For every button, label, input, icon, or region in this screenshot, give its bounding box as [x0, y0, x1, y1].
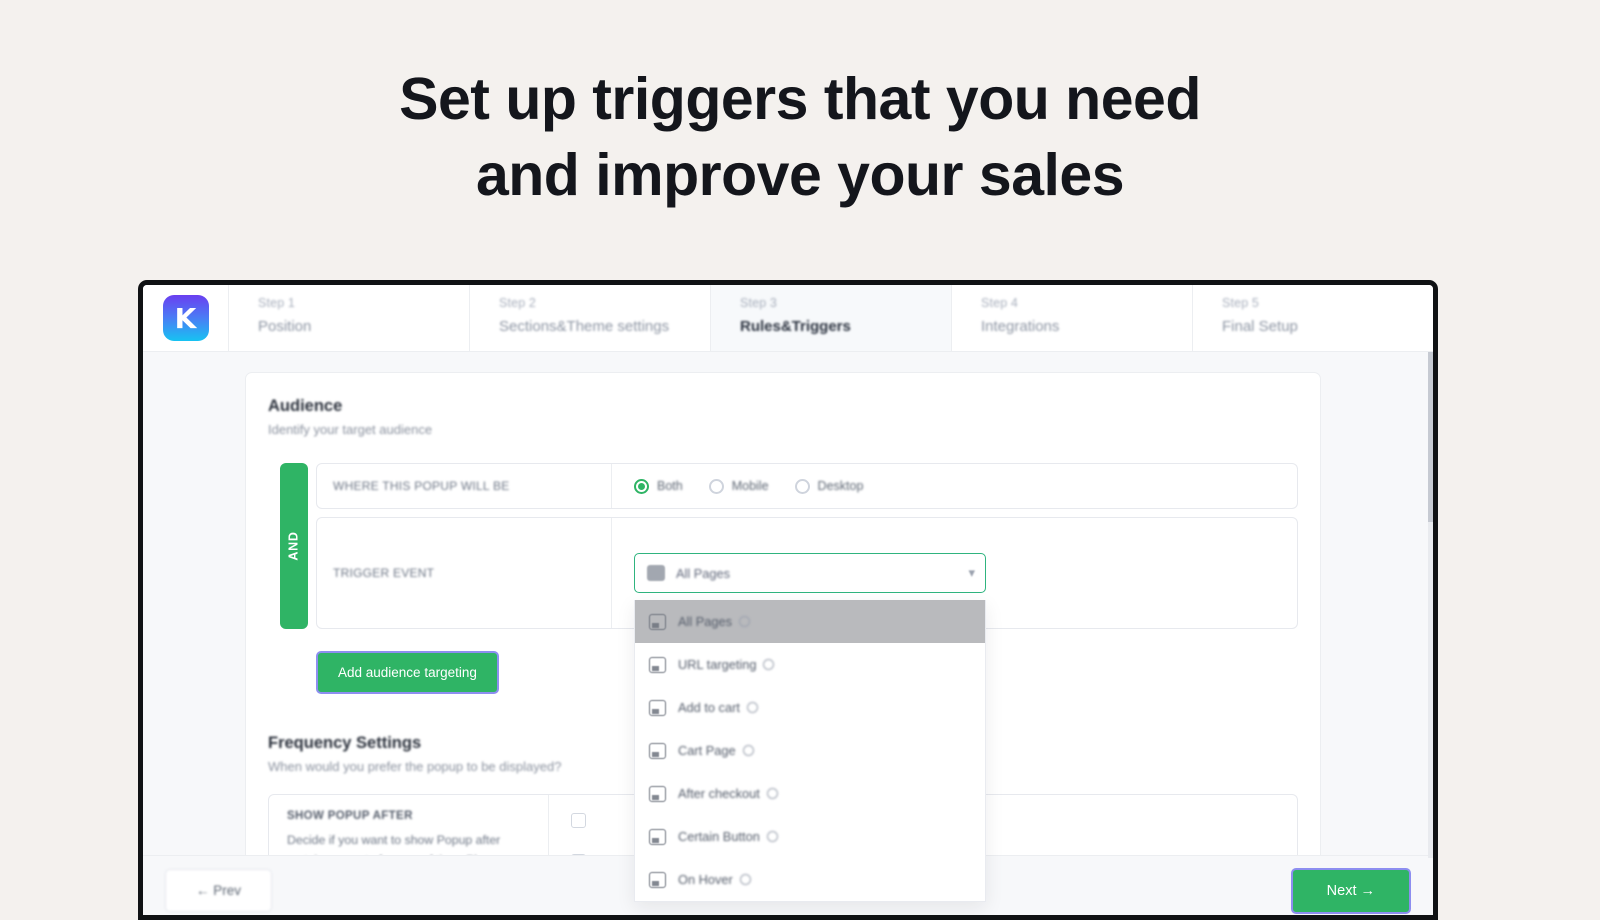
certain-button-icon [649, 828, 666, 845]
scrollbar-thumb[interactable] [1428, 352, 1433, 522]
next-button[interactable]: Next → [1290, 867, 1411, 914]
dropdown-option-url-targeting[interactable]: URL targeting [635, 643, 985, 686]
prev-button[interactable]: ← Prev [165, 869, 273, 912]
stepper-number-5: Step 5 [1222, 296, 1260, 310]
dropdown-option-label: All Pages [678, 614, 733, 629]
info-icon[interactable] [739, 616, 751, 627]
audience-rule-block: AND WHERE THIS POPUP WILL BE Both Mobile… [268, 463, 1298, 902]
cart-page-icon [649, 742, 666, 759]
dropdown-option-add-to-cart[interactable]: Add to cart [635, 686, 985, 729]
app-logo-icon: K [162, 295, 209, 341]
page-title: Set up triggers that you need and improv… [0, 62, 1600, 213]
show-popup-after-caption: SHOW POPUP AFTER [287, 810, 413, 822]
dropdown-option-after-checkout[interactable]: After checkout [635, 772, 985, 815]
url-targeting-icon [649, 656, 666, 673]
audience-section: Audience Identify your target audience A… [268, 397, 1298, 902]
stepper-title-3: Rules&Triggers [740, 318, 851, 335]
dropdown-option-certain-button[interactable]: Certain Button [635, 815, 985, 858]
dropdown-option-label: Cart Page [678, 743, 736, 758]
rule-divider [611, 518, 612, 628]
dropdown-option-label: On Hover [678, 872, 733, 887]
dropdown-option-label: Add to cart [678, 700, 740, 715]
all-pages-icon [647, 565, 665, 581]
trigger-select-value: All Pages [676, 565, 731, 581]
page-title-line-1: Set up triggers that you need [399, 66, 1201, 132]
add-to-cart-icon [649, 699, 666, 716]
rule-divider [611, 464, 612, 508]
dropdown-option-on-hover[interactable]: On Hover [635, 858, 985, 901]
checkbox-icon[interactable] [571, 813, 586, 828]
info-icon[interactable] [763, 659, 775, 670]
dropdown-option-cart-page[interactable]: Cart Page [635, 729, 985, 772]
trigger-rule-row: TRIGGER EVENT All Pages ▾ All Pages URL … [316, 517, 1298, 902]
trigger-rule-label: TRIGGER EVENT [333, 566, 435, 580]
stepper-item-2[interactable]: Step 2 Sections&Theme settings [470, 285, 711, 351]
stepper-title-4: Integrations [981, 318, 1060, 335]
vertical-scrollbar[interactable] [1428, 352, 1433, 858]
on-hover-icon [649, 871, 666, 888]
wizard-canvas: Audience Identify your target audience A… [143, 352, 1433, 915]
info-icon[interactable] [766, 831, 778, 842]
stepper-title-2: Sections&Theme settings [499, 318, 670, 335]
device-radio-desktop[interactable]: Desktop [794, 478, 864, 494]
dropdown-option-label: URL targeting [678, 657, 757, 672]
device-radio-both[interactable]: Both [634, 478, 683, 494]
device-rule-row: WHERE THIS POPUP WILL BE Both Mobile Des… [316, 463, 1298, 509]
info-icon[interactable] [742, 745, 754, 756]
audience-subtitle: Identify your target audience [268, 422, 433, 437]
trigger-dropdown-menu[interactable]: All Pages URL targeting Add to cart Cart… [634, 600, 986, 902]
stepper-title-1: Position [258, 318, 312, 335]
chevron-down-icon[interactable]: ▾ [968, 565, 975, 581]
stepper-number-4: Step 4 [981, 296, 1019, 310]
info-icon[interactable] [739, 874, 751, 885]
all-pages-icon [649, 613, 666, 630]
radio-unselected-icon [794, 478, 810, 494]
app-logo-cell: K [143, 285, 229, 351]
device-radio-group: Both Mobile Desktop [634, 478, 864, 494]
info-icon[interactable] [766, 788, 778, 799]
stepper-number-1: Step 1 [258, 296, 296, 310]
stepper-item-1[interactable]: Step 1 Position [229, 285, 470, 351]
device-radio-mobile[interactable]: Mobile [708, 478, 769, 494]
dropdown-option-all-pages[interactable]: All Pages [635, 600, 985, 643]
device-radio-desktop-label: Desktop [817, 479, 864, 493]
wizard-stepper: K Step 1 Position Step 2 Sections&Theme … [143, 285, 1433, 352]
dropdown-option-label: After checkout [678, 786, 760, 801]
hero-section: Set up triggers that you need and improv… [0, 0, 1600, 213]
audience-title: Audience [268, 397, 343, 415]
and-operator-badge[interactable]: AND [280, 463, 308, 629]
device-radio-mobile-label: Mobile [731, 479, 769, 493]
trigger-select[interactable]: All Pages ▾ [634, 553, 986, 593]
and-operator-label: AND [287, 531, 301, 561]
dropdown-option-label: Certain Button [678, 829, 760, 844]
settings-panel: Audience Identify your target audience A… [245, 372, 1321, 915]
stepper-item-5[interactable]: Step 5 Final Setup [1193, 285, 1433, 351]
app-preview-frame: K Step 1 Position Step 2 Sections&Theme … [138, 280, 1438, 920]
radio-selected-icon [634, 478, 649, 494]
add-audience-targeting-button[interactable]: Add audience targeting [316, 651, 499, 694]
stepper-number-2: Step 2 [499, 296, 537, 310]
stepper-item-3[interactable]: Step 3 Rules&Triggers [711, 285, 952, 351]
stepper-item-4[interactable]: Step 4 Integrations [952, 285, 1193, 351]
page-title-line-2: and improve your sales [475, 141, 1125, 208]
device-rule-label: WHERE THIS POPUP WILL BE [333, 479, 510, 493]
stepper-title-5: Final Setup [1222, 318, 1298, 335]
info-icon[interactable] [746, 702, 758, 713]
device-radio-both-label: Both [657, 479, 683, 493]
stepper-number-3: Step 3 [740, 296, 778, 310]
radio-unselected-icon [708, 478, 724, 494]
after-checkout-icon [649, 785, 666, 802]
trigger-select-area: All Pages ▾ All Pages URL targeting Add … [634, 553, 986, 902]
